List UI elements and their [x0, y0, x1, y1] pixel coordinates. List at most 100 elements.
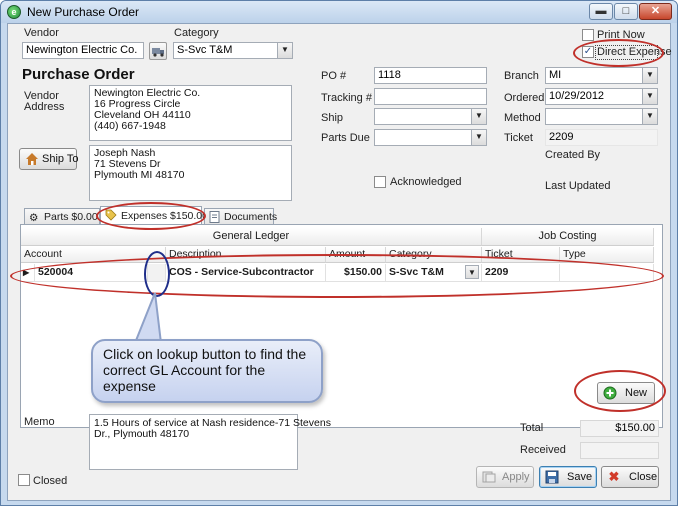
window-title: New Purchase Order [27, 5, 140, 19]
new-label: New [625, 387, 648, 399]
memo-field[interactable]: 1.5 Hours of service at Nash residence-7… [89, 414, 331, 470]
general-ledger-header: General Ledger [21, 228, 482, 246]
ship-to-address-box: Joseph Nash 71 Stevens Dr Plymouth MI 48… [89, 145, 292, 201]
vendor-label: Vendor [24, 27, 59, 39]
tab-expenses[interactable]: Expenses $150.00 [100, 206, 208, 226]
category-combo[interactable]: S-Svc T&M ▼ [173, 42, 293, 59]
minimize-button[interactable]: ▬ [589, 3, 613, 20]
ticket-field: 2209 [545, 129, 658, 146]
form-body: Vendor Newington Electric Co. Category S… [7, 23, 672, 501]
vendor-value: Newington Electric Co. [26, 44, 138, 56]
tag-icon [105, 209, 117, 221]
save-button[interactable]: Save [539, 466, 597, 488]
cell-account[interactable]: 520004 [35, 264, 148, 282]
save-icon [545, 470, 559, 484]
chevron-down-icon: ▼ [277, 43, 292, 58]
direct-expense-label: Direct Expense [597, 46, 672, 58]
ship-label: Ship [321, 112, 344, 124]
apply-button[interactable]: Apply [476, 466, 534, 488]
branch-combo[interactable]: MI ▼ [545, 67, 658, 84]
created-by-label: Created By [545, 149, 601, 161]
print-now-label: Print Now [597, 29, 645, 41]
row-selector-icon: ▶ [21, 264, 35, 282]
column-description[interactable]: Description [166, 247, 326, 263]
vendor-address-line: (440) 667-1948 [94, 120, 166, 132]
ship-to-button[interactable]: Ship To [19, 148, 79, 170]
total-label: Total [520, 422, 544, 434]
total-value: $150.00 [580, 420, 659, 437]
tab-expenses-label: Expenses $150.00 [121, 210, 208, 222]
save-label: Save [567, 471, 593, 483]
vendor-lookup-button[interactable] [149, 42, 167, 60]
received-value [580, 442, 659, 459]
cell-ticket[interactable]: 2209 [482, 264, 560, 282]
table-row[interactable]: ▶ 520004 COS - Service-Subcontractor $15… [21, 264, 654, 282]
close-label: Close [629, 471, 658, 483]
chevron-down-icon: ▼ [471, 109, 486, 124]
category-label: Category [174, 27, 219, 39]
direct-expense-checkbox[interactable]: ✓ [582, 46, 594, 58]
vendor-address-box: Newington Electric Co. 16 Progress Circl… [89, 85, 292, 141]
closed-checkbox[interactable] [18, 474, 30, 486]
maximize-button[interactable]: □ [614, 3, 638, 20]
chevron-down-icon: ▼ [642, 109, 657, 124]
ship-combo[interactable]: ▼ [374, 108, 487, 125]
ordered-date-combo[interactable]: 10/29/2012 ▼ [545, 88, 658, 105]
vendor-combo[interactable]: Newington Electric Co. [22, 42, 144, 59]
cell-type[interactable] [560, 264, 654, 282]
new-button[interactable]: New [597, 382, 655, 404]
vendor-address-label-2: Address [24, 101, 65, 113]
ordered-value: 10/29/2012 [549, 90, 605, 102]
callout-pointer [133, 292, 163, 344]
purchase-order-window: e New Purchase Order ▬ □ ✕ Vendor Newing… [0, 0, 678, 506]
ship-to-label: Ship To [42, 153, 79, 165]
apply-label: Apply [502, 471, 530, 483]
cell-description[interactable]: COS - Service-Subcontractor [166, 264, 326, 282]
ordered-label: Ordered [504, 92, 545, 104]
column-category[interactable]: Category [386, 247, 482, 263]
ship-to-line: Plymouth MI 48170 [94, 169, 185, 181]
cell-category-value: S-Svc T&M [389, 266, 444, 278]
document-icon [209, 211, 220, 223]
received-label: Received [520, 444, 566, 456]
parts-due-combo[interactable]: ▼ [374, 129, 487, 146]
chevron-down-icon: ▼ [642, 68, 657, 83]
closed-label: Closed [33, 475, 68, 487]
chevron-down-icon: ▼ [465, 265, 479, 279]
method-combo[interactable]: ▼ [545, 108, 658, 125]
column-amount[interactable]: Amount [326, 247, 386, 263]
memo-label: Memo [24, 416, 55, 428]
po-label: PO # [321, 70, 347, 82]
close-icon: ✖ [608, 469, 620, 484]
chevron-down-icon: ▼ [471, 130, 486, 145]
app-logo-icon: e [7, 5, 21, 19]
column-type[interactable]: Type [560, 247, 654, 263]
cell-amount[interactable]: $150.00 [326, 264, 386, 282]
truck-icon [152, 48, 164, 57]
print-now-checkbox[interactable] [582, 29, 594, 41]
last-updated-label: Last Updated [545, 180, 611, 192]
branch-label: Branch [504, 70, 539, 82]
ticket-label: Ticket [504, 132, 533, 144]
column-account[interactable]: Account [21, 247, 166, 263]
branch-value: MI [549, 69, 562, 81]
category-value: S-Svc T&M [177, 44, 233, 56]
close-button[interactable]: ✖ Close [601, 466, 659, 488]
title-bar: e New Purchase Order ▬ □ ✕ [1, 1, 677, 23]
memo-line: Dr., Plymouth 48170 [94, 428, 190, 440]
house-icon [25, 152, 39, 166]
chevron-down-icon: ▼ [642, 89, 657, 104]
column-ticket[interactable]: Ticket [482, 247, 560, 263]
parts-due-label: Parts Due [321, 132, 370, 144]
lookup-callout: Click on lookup button to find the corre… [91, 339, 323, 403]
method-label: Method [504, 112, 541, 124]
job-costing-header: Job Costing [482, 228, 654, 246]
cell-category[interactable]: S-Svc T&M ▼ [386, 264, 482, 282]
close-window-button[interactable]: ✕ [639, 3, 672, 20]
acknowledged-checkbox[interactable] [374, 176, 386, 188]
tracking-label: Tracking # [321, 92, 372, 104]
page-title: Purchase Order [22, 66, 135, 83]
tracking-field[interactable] [374, 88, 487, 105]
po-number-field[interactable]: 1118 [374, 67, 487, 84]
acknowledged-label: Acknowledged [390, 176, 462, 188]
